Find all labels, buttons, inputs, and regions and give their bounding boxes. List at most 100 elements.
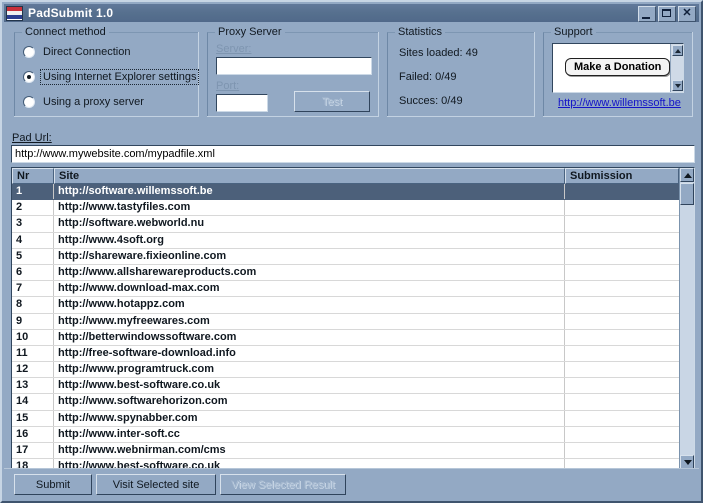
cell-site: http://www.4soft.org bbox=[54, 232, 565, 248]
title-bar[interactable]: PadSubmit 1.0 ✕ bbox=[4, 4, 699, 22]
cell-submission bbox=[565, 443, 679, 458]
statistics-group-title: Statistics bbox=[395, 26, 446, 38]
cell-nr: 15 bbox=[12, 410, 54, 426]
table-row[interactable]: 11 http://free-software-download.info bbox=[12, 345, 679, 363]
scrollbar-thumb[interactable] bbox=[680, 183, 694, 205]
scroll-up-icon[interactable] bbox=[672, 45, 683, 56]
statistics-group: Statistics Sites loaded: 49 Failed: 0/49… bbox=[387, 26, 535, 117]
site-list-body[interactable]: 1 http://software.willemssoft.be 2 http://w… bbox=[12, 184, 679, 469]
scroll-down-icon[interactable] bbox=[680, 455, 694, 469]
minimize-icon bbox=[642, 17, 650, 19]
cell-nr: 12 bbox=[12, 362, 54, 378]
table-row[interactable]: 8 http://www.hotappz.com bbox=[12, 297, 679, 314]
maximize-button[interactable] bbox=[658, 6, 676, 22]
connect-method-group: Connect method Direct Connection Using I… bbox=[14, 26, 200, 117]
cell-site: http://www.tastyfiles.com bbox=[54, 200, 565, 216]
cell-nr: 4 bbox=[12, 232, 54, 248]
cell-nr: 13 bbox=[12, 378, 54, 394]
scroll-down-icon[interactable] bbox=[672, 80, 683, 91]
radio-proxy-server[interactable]: Using a proxy server bbox=[23, 94, 146, 109]
proxy-server-input[interactable] bbox=[216, 57, 372, 75]
table-row[interactable]: 7 http://www.download-max.com bbox=[12, 281, 679, 298]
scroll-up-icon[interactable] bbox=[680, 168, 694, 182]
cell-site: http://free-software-download.info bbox=[54, 345, 565, 362]
proxy-server-group: Proxy Server Server: Port: Test bbox=[207, 26, 379, 117]
minimize-button[interactable] bbox=[638, 6, 656, 22]
cell-submission bbox=[565, 297, 679, 312]
proxy-server-group-title: Proxy Server bbox=[215, 26, 285, 38]
table-row[interactable]: 10 http://betterwindowssoftware.com bbox=[12, 329, 679, 346]
make-a-donation-button[interactable]: Make a Donation bbox=[565, 58, 671, 76]
cell-site: http://www.download-max.com bbox=[54, 281, 565, 297]
site-list-header: Nr Site Submission bbox=[12, 168, 679, 184]
radio-ie-settings[interactable]: Using Internet Explorer settings bbox=[23, 68, 200, 85]
radio-direct-connection-label: Direct Connection bbox=[43, 45, 131, 58]
table-row[interactable]: 14 http://www.softwarehorizon.com bbox=[12, 394, 679, 411]
column-header-site[interactable]: Site bbox=[54, 168, 565, 184]
window-title: PadSubmit 1.0 bbox=[28, 6, 114, 20]
cell-nr: 5 bbox=[12, 248, 54, 264]
table-row[interactable]: 12 http://www.programtruck.com bbox=[12, 362, 679, 379]
support-group: Support Make a Donation http://www.wille… bbox=[543, 26, 693, 117]
table-row[interactable]: 2 http://www.tastyfiles.com bbox=[12, 200, 679, 217]
radio-proxy-server-label: Using a proxy server bbox=[43, 95, 144, 108]
view-selected-result-button[interactable]: View Selected Result bbox=[220, 474, 346, 495]
cell-submission bbox=[565, 346, 679, 361]
table-row[interactable]: 9 http://www.myfreewares.com bbox=[12, 313, 679, 330]
test-proxy-button[interactable]: Test bbox=[294, 91, 370, 112]
cell-nr: 1 bbox=[12, 184, 54, 200]
app-window: PadSubmit 1.0 ✕ Connect method Direct Co… bbox=[0, 0, 703, 503]
support-panel-scrollbar[interactable] bbox=[670, 44, 683, 92]
cell-site: http://www.softwarehorizon.com bbox=[54, 394, 565, 410]
cell-site: http://www.hotappz.com bbox=[54, 297, 565, 313]
connect-method-group-title: Connect method bbox=[22, 26, 109, 38]
submit-button[interactable]: Submit bbox=[14, 474, 92, 495]
proxy-port-label: Port: bbox=[216, 80, 240, 92]
table-row[interactable]: 4 http://www.4soft.org bbox=[12, 232, 679, 249]
flag-icon bbox=[6, 5, 23, 21]
window-controls: ✕ bbox=[638, 6, 696, 22]
column-header-submission[interactable]: Submission bbox=[565, 168, 679, 184]
cell-submission bbox=[565, 216, 679, 231]
support-group-title: Support bbox=[551, 26, 596, 38]
cell-submission bbox=[565, 233, 679, 248]
pad-url-input[interactable]: http://www.mywebsite.com/mypadfile.xml bbox=[11, 145, 695, 163]
cell-site: http://www.programtruck.com bbox=[54, 362, 565, 378]
table-row[interactable]: 15 http://www.spynabber.com bbox=[12, 410, 679, 427]
radio-icon bbox=[23, 45, 35, 58]
table-row[interactable]: 3 http://software.webworld.nu bbox=[12, 216, 679, 233]
cell-submission bbox=[565, 394, 679, 409]
close-button[interactable]: ✕ bbox=[678, 6, 696, 22]
cell-nr: 17 bbox=[12, 443, 54, 459]
table-row[interactable]: 5 http://shareware.fixieonline.com bbox=[12, 248, 679, 265]
cell-site: http://software.willemssoft.be bbox=[54, 184, 565, 200]
visit-selected-site-button[interactable]: Visit Selected site bbox=[96, 474, 216, 495]
cell-site: http://www.allsharewareproducts.com bbox=[54, 264, 565, 281]
cell-nr: 11 bbox=[12, 345, 54, 362]
cell-submission bbox=[565, 314, 679, 329]
cell-nr: 6 bbox=[12, 264, 54, 281]
site-list-scrollbar[interactable] bbox=[679, 168, 694, 469]
table-row[interactable]: 1 http://software.willemssoft.be bbox=[12, 184, 679, 201]
radio-ie-settings-label: Using Internet Explorer settings bbox=[39, 68, 200, 85]
table-row[interactable]: 6 http://www.allsharewareproducts.com bbox=[12, 264, 679, 282]
table-row[interactable]: 17 http://www.webnirman.com/cms bbox=[12, 443, 679, 460]
cell-site: http://www.spynabber.com bbox=[54, 410, 565, 426]
cell-site: http://shareware.fixieonline.com bbox=[54, 248, 565, 264]
cell-nr: 16 bbox=[12, 426, 54, 442]
radio-direct-connection[interactable]: Direct Connection bbox=[23, 44, 132, 59]
willemssoft-link[interactable]: http://www.willemssoft.be bbox=[558, 97, 681, 109]
cell-nr: 9 bbox=[12, 313, 54, 329]
site-list[interactable]: Nr Site Submission 1 http://software.will… bbox=[11, 167, 695, 470]
maximize-icon bbox=[662, 9, 671, 17]
bottom-toolbar: Submit Visit Selected site View Selected… bbox=[4, 468, 699, 499]
proxy-port-input[interactable] bbox=[216, 94, 268, 112]
table-row[interactable]: 16 http://www.inter-soft.cc bbox=[12, 426, 679, 443]
radio-selected-icon bbox=[23, 70, 35, 83]
column-header-nr[interactable]: Nr bbox=[12, 168, 54, 184]
cell-nr: 8 bbox=[12, 297, 54, 313]
cell-nr: 3 bbox=[12, 216, 54, 232]
proxy-server-label: Server: bbox=[216, 43, 252, 55]
table-row[interactable]: 13 http://www.best-software.co.uk bbox=[12, 378, 679, 395]
cell-site: http://www.webnirman.com/cms bbox=[54, 443, 565, 459]
